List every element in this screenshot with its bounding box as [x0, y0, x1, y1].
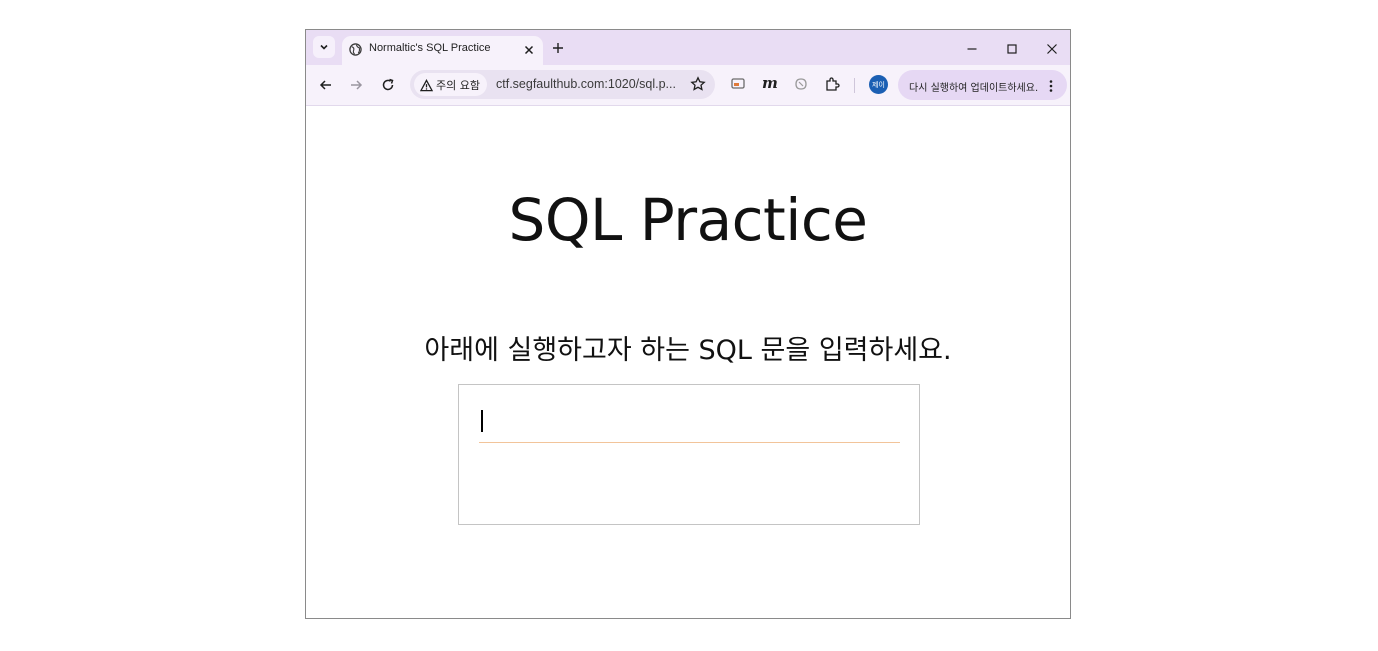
minimize-icon	[967, 48, 977, 50]
extension-cast-icon[interactable]	[730, 76, 746, 96]
new-tab-button[interactable]	[552, 39, 564, 58]
update-chrome-button[interactable]: 다시 실행하여 업데이트하세요.	[898, 70, 1067, 100]
profile-avatar[interactable]: 제이	[869, 75, 888, 94]
query-form	[458, 384, 920, 525]
toolbar-separator	[854, 78, 855, 93]
tab-title: Normaltic's SQL Practice	[369, 42, 491, 54]
instruction-text: 아래에 실행하고자 하는 SQL 문을 입력하세요.	[424, 335, 952, 366]
security-label: 주의 요함	[436, 79, 480, 92]
close-tab-icon[interactable]	[523, 41, 535, 60]
warning-icon	[419, 77, 434, 96]
globe-icon	[349, 41, 362, 60]
reload-button[interactable]	[381, 77, 395, 96]
close-window-button[interactable]	[1046, 40, 1058, 59]
reload-icon	[382, 78, 394, 91]
tab-strip: Normaltic's SQL Practice	[306, 30, 1070, 65]
tab-active[interactable]: Normaltic's SQL Practice	[342, 36, 543, 65]
text-caret	[481, 410, 483, 432]
extensions-puzzle-icon[interactable]	[824, 76, 840, 96]
browser-window: Normaltic's SQL Practice 주의 요함 ctf.segfa…	[305, 29, 1071, 619]
extension-blob-icon[interactable]	[793, 76, 809, 96]
page-title: SQL Practice	[508, 186, 868, 254]
forward-button[interactable]	[349, 77, 363, 96]
back-button[interactable]	[319, 77, 333, 96]
security-chip[interactable]: 주의 요함	[414, 73, 487, 96]
address-bar[interactable]: 주의 요함 ctf.segfaulthub.com:1020/sql.p...	[410, 70, 715, 99]
minimize-button[interactable]	[966, 40, 978, 59]
kebab-menu-icon[interactable]	[1048, 78, 1054, 97]
plus-icon	[553, 43, 563, 53]
chevron-down-icon	[320, 44, 328, 50]
extension-m-icon[interactable]: m	[762, 74, 778, 92]
update-label: 다시 실행하여 업데이트하세요.	[909, 83, 1039, 94]
tab-search-button[interactable]	[313, 36, 335, 58]
maximize-icon	[1007, 44, 1017, 54]
sql-query-input[interactable]	[479, 405, 900, 443]
maximize-button[interactable]	[1006, 40, 1018, 59]
bookmark-star-icon[interactable]	[690, 76, 706, 96]
page-content: SQL Practice 아래에 실행하고자 하는 SQL 문을 입력하세요.	[306, 106, 1070, 618]
arrow-right-icon	[351, 80, 363, 90]
close-icon	[1047, 44, 1057, 54]
arrow-left-icon	[319, 80, 331, 90]
url-text[interactable]: ctf.segfaulthub.com:1020/sql.p...	[496, 77, 676, 91]
browser-toolbar: 주의 요함 ctf.segfaulthub.com:1020/sql.p... …	[306, 65, 1070, 106]
